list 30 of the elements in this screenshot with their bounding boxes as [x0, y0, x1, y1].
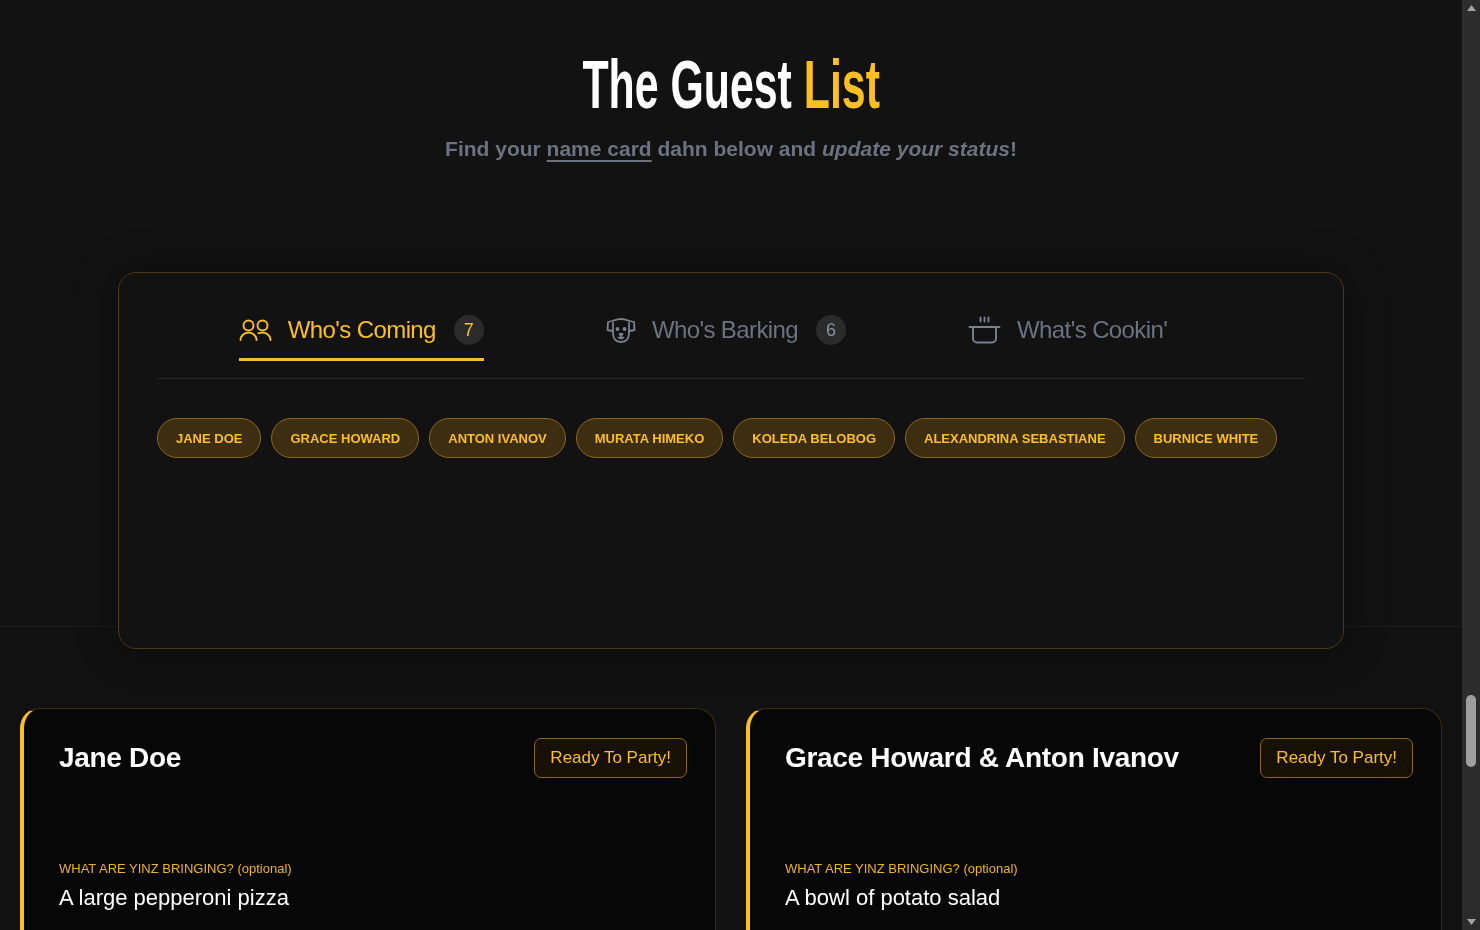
scroll-down-icon[interactable] — [1466, 919, 1476, 925]
guest-name-chip[interactable]: ANTON IVANOV — [429, 418, 566, 458]
subtitle: Find your name card dahn below and update your status! — [445, 136, 1017, 162]
dog-icon — [605, 316, 636, 344]
guest-name-chip[interactable]: ALEXANDRINA SEBASTIANE — [905, 418, 1125, 458]
page-title: The Guest List — [582, 50, 880, 118]
tab[interactable]: Who's Coming 7 — [238, 314, 484, 361]
bringing-value: A large pepperoni pizza — [59, 885, 289, 911]
guest-name-chip[interactable]: MURATA HIMEKO — [575, 418, 724, 458]
guest-name-chip[interactable]: JANE DOE — [157, 418, 262, 458]
scroll-up-icon[interactable] — [1466, 5, 1476, 11]
tab[interactable]: Who's Barking 6 — [605, 314, 847, 361]
guest-name-chip[interactable]: BURNICE WHITE — [1134, 418, 1278, 458]
guest-name-chip[interactable]: GRACE HOWARD — [271, 418, 420, 458]
guest-name-chip[interactable]: KOLEDA BELOBOG — [733, 418, 895, 458]
status-button[interactable]: Ready To Party! — [534, 738, 687, 778]
bringing-label: WHAT ARE YINZ BRINGING? (optional) — [785, 861, 1018, 877]
users-icon — [238, 319, 272, 341]
count-badge: 7 — [453, 315, 484, 345]
status-button[interactable]: Ready To Party! — [1260, 738, 1413, 778]
tab[interactable]: What's Cookin' — [968, 314, 1168, 361]
bringing-label: WHAT ARE YINZ BRINGING? (optional) — [59, 861, 292, 877]
bringing-value: A bowl of potato salad — [785, 885, 1001, 911]
scrollbar[interactable] — [1462, 0, 1480, 930]
pot-icon — [968, 316, 1002, 344]
scrollbar-thumb[interactable] — [1466, 695, 1476, 767]
name-card-link[interactable]: name card — [546, 137, 652, 160]
guest-name: Grace Howard & Anton Ivanov — [785, 741, 1179, 775]
guest-name: Jane Doe — [59, 741, 182, 775]
count-badge: 6 — [816, 315, 847, 345]
